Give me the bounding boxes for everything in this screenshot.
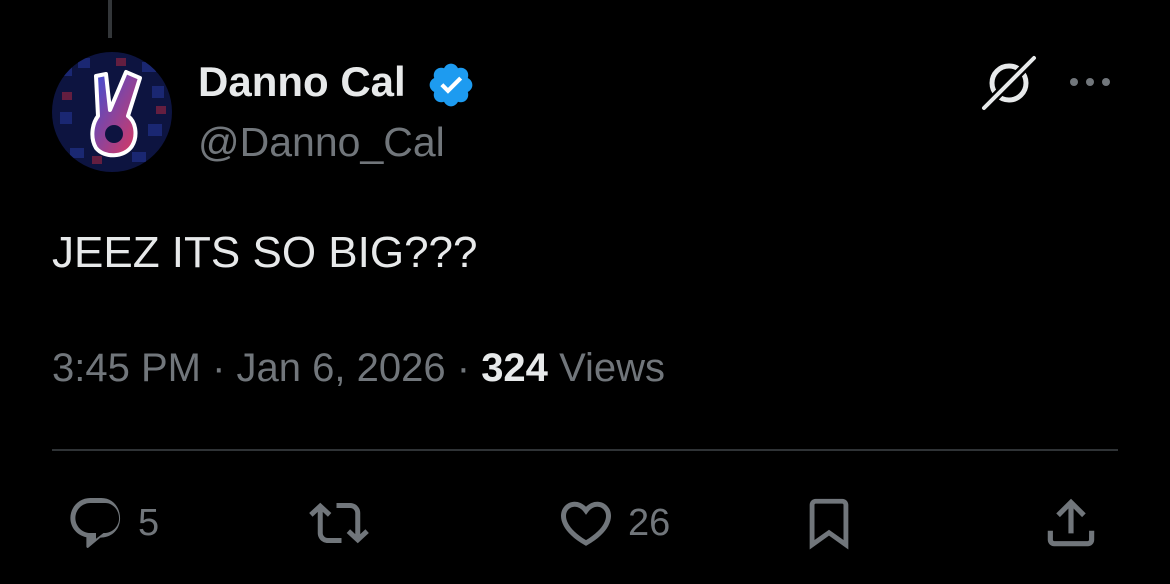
avatar[interactable] [52, 52, 172, 172]
views-label: Views [559, 346, 666, 390]
share-icon [1047, 498, 1095, 547]
views-count[interactable]: 324 [481, 346, 548, 390]
reply-icon [70, 498, 121, 548]
share-button[interactable] [1040, 490, 1102, 556]
avatar-image [52, 52, 172, 172]
reply-count: 5 [138, 502, 160, 544]
reply-button[interactable]: 5 [66, 490, 159, 556]
tweet-date[interactable]: Jan 6, 2026 [237, 346, 446, 390]
bookmark-button[interactable] [800, 490, 858, 556]
like-count: 26 [628, 502, 671, 544]
retweet-button[interactable] [306, 490, 372, 556]
like-icon [560, 501, 612, 546]
divider [52, 449, 1118, 451]
bookmark-icon [809, 498, 849, 550]
author-display-name[interactable]: Danno Cal [198, 56, 406, 108]
tweet-time[interactable]: 3:45 PM [52, 346, 201, 390]
thread-connector-line [108, 0, 112, 38]
tweet-meta: 3:45 PM · Jan 6, 2026 · 324 Views [52, 343, 665, 393]
verified-badge-icon[interactable] [426, 60, 476, 110]
tweet-text: JEEZ ITS SO BIG??? [52, 228, 478, 277]
more-options-icon[interactable] [1066, 64, 1114, 100]
meta-separator: · [456, 346, 471, 390]
meta-separator: · [212, 346, 226, 390]
like-button[interactable]: 26 [556, 490, 670, 556]
retweet-icon [309, 502, 369, 544]
grok-icon[interactable] [980, 54, 1038, 112]
author-handle[interactable]: @Danno_Cal [198, 117, 445, 167]
